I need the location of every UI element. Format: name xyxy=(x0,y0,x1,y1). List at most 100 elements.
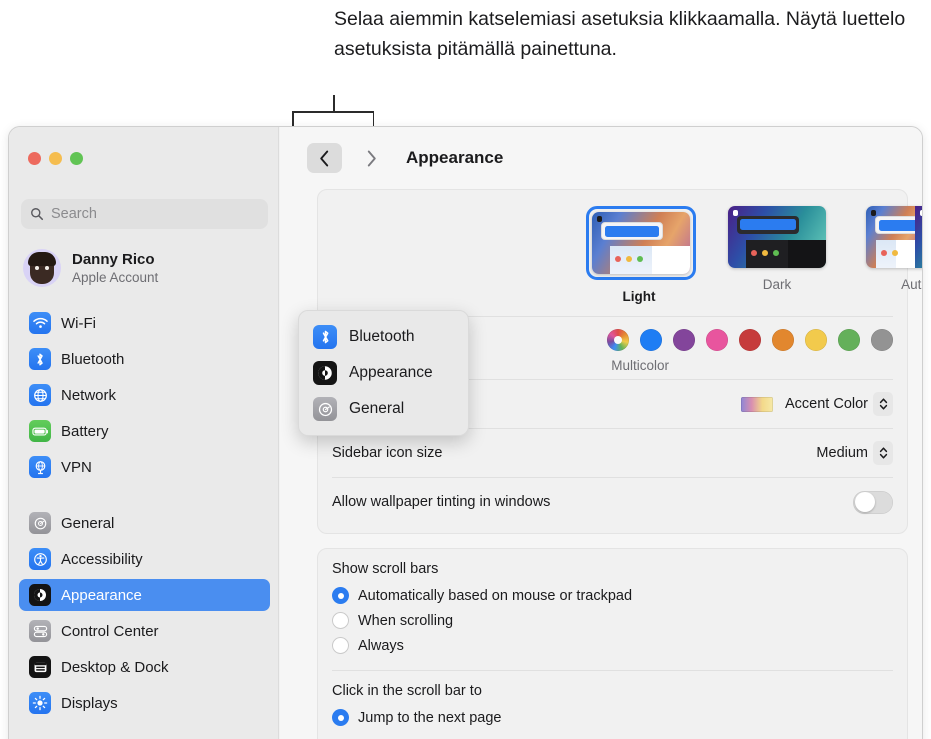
gear-icon xyxy=(29,512,51,534)
highlight-color-value: Accent Color xyxy=(784,396,868,412)
radio-when-scrolling[interactable]: When scrolling xyxy=(318,608,907,633)
sidebar-item-battery[interactable]: Battery xyxy=(19,415,270,447)
radio-jump-next-page[interactable]: Jump to the next page xyxy=(318,705,907,730)
sidebar-icon-size-label: Sidebar icon size xyxy=(332,445,443,461)
sidebar-item-accessibility[interactable]: Accessibility xyxy=(19,543,270,575)
appearance-icon xyxy=(29,584,51,606)
page-title: Appearance xyxy=(406,148,504,167)
radio-button[interactable] xyxy=(332,709,349,726)
accent-swatches xyxy=(607,329,893,351)
sidebar-item-label: Battery xyxy=(61,422,109,440)
sidebar-item-label: VPN xyxy=(61,458,92,476)
menu-item-appearance[interactable]: Appearance xyxy=(299,355,468,391)
gear-icon xyxy=(313,397,337,421)
bluetooth-icon xyxy=(29,348,51,370)
traffic-lights xyxy=(28,152,83,165)
network-icon xyxy=(29,384,51,406)
radio-label: Automatically based on mouse or trackpad xyxy=(358,587,633,604)
menu-item-general[interactable]: General xyxy=(299,391,468,427)
back-button[interactable] xyxy=(307,143,342,173)
show-scroll-bars-title: Show scroll bars xyxy=(332,561,439,577)
menu-item-bluetooth[interactable]: Bluetooth xyxy=(299,319,468,355)
displays-icon xyxy=(29,692,51,714)
sidebar-item-displays[interactable]: Displays xyxy=(19,687,270,719)
sidebar: Search Danny Rico Apple Account Wi-Fi Bl… xyxy=(9,127,279,739)
menu-item-label: General xyxy=(349,400,405,417)
search-icon xyxy=(31,208,44,221)
bluetooth-icon xyxy=(313,325,337,349)
avatar xyxy=(23,249,61,287)
chevron-right-icon xyxy=(367,150,376,166)
accent-swatch-pink[interactable] xyxy=(706,329,728,351)
history-dropdown-menu[interactable]: Bluetooth Appearance General xyxy=(298,310,469,436)
sidebar-item-vpn[interactable]: VPN xyxy=(19,451,270,483)
sidebar-item-label: General xyxy=(61,514,115,532)
accent-swatch-blue[interactable] xyxy=(640,329,662,351)
sidebar-group-system: General Accessibility Appearance Control… xyxy=(19,507,270,723)
annotation-text: Selaa aiemmin katselemiasi asetuksia kli… xyxy=(334,8,906,60)
sidebar-item-label: Accessibility xyxy=(61,550,143,568)
theme-selector: Light Dark Aut xyxy=(586,206,922,304)
sidebar-icon-size-popup[interactable]: Medium xyxy=(816,441,893,465)
sidebar-icon-size-value: Medium xyxy=(816,445,868,461)
theme-option-auto[interactable]: Auto xyxy=(862,206,922,304)
sidebar-item-network[interactable]: Network xyxy=(19,379,270,411)
accent-swatch-multicolor[interactable] xyxy=(607,329,629,351)
sidebar-item-desktop-dock[interactable]: Desktop & Dock xyxy=(19,651,270,683)
close-button[interactable] xyxy=(28,152,41,165)
accent-swatch-green[interactable] xyxy=(838,329,860,351)
callout-bracket xyxy=(292,95,374,127)
accent-swatch-red[interactable] xyxy=(739,329,761,351)
sidebar-item-wifi[interactable]: Wi-Fi xyxy=(19,307,270,339)
account-name: Danny Rico xyxy=(72,250,155,268)
sidebar-item-control-center[interactable]: Control Center xyxy=(19,615,270,647)
theme-label: Dark xyxy=(762,277,792,292)
accent-swatch-graphite[interactable] xyxy=(871,329,893,351)
theme-thumbnail-light xyxy=(592,212,690,274)
sidebar-item-label: Bluetooth xyxy=(61,350,125,368)
account-row[interactable]: Danny Rico Apple Account xyxy=(23,245,267,291)
radio-automatically[interactable]: Automatically based on mouse or trackpad xyxy=(318,583,907,608)
toolbar: Appearance xyxy=(280,127,922,187)
system-settings-window: Search Danny Rico Apple Account Wi-Fi Bl… xyxy=(8,126,923,739)
search-placeholder: Search xyxy=(51,206,97,222)
radio-button[interactable] xyxy=(332,587,349,604)
highlight-color-popup[interactable]: Accent Color xyxy=(740,392,893,416)
search-field[interactable]: Search xyxy=(21,199,268,229)
radio-label: When scrolling xyxy=(358,612,454,629)
chevron-left-icon xyxy=(320,150,329,166)
menu-item-label: Appearance xyxy=(349,364,433,381)
radio-always[interactable]: Always xyxy=(318,633,907,658)
appearance-icon xyxy=(313,361,337,385)
sidebar-group-network: Wi-Fi Bluetooth Network Battery VPN xyxy=(19,307,270,487)
scrollbars-card: Show scroll bars Automatically based on … xyxy=(317,548,908,739)
chevron-updown-icon xyxy=(873,392,893,416)
chevron-updown-icon xyxy=(873,441,893,465)
sidebar-item-bluetooth[interactable]: Bluetooth xyxy=(19,343,270,375)
forward-button[interactable] xyxy=(354,143,389,173)
radio-label: Always xyxy=(358,637,404,654)
radio-button[interactable] xyxy=(332,637,349,654)
sidebar-icon-size-row: Sidebar icon size Medium xyxy=(318,429,907,477)
accent-swatch-orange[interactable] xyxy=(772,329,794,351)
wallpaper-tinting-toggle[interactable] xyxy=(853,490,893,514)
zoom-button[interactable] xyxy=(70,152,83,165)
wifi-icon xyxy=(29,312,51,334)
accent-selected-label: Multicolor xyxy=(611,358,669,373)
vpn-icon xyxy=(29,456,51,478)
sidebar-item-general[interactable]: General xyxy=(19,507,270,539)
desktop-dock-icon xyxy=(29,656,51,678)
sidebar-item-label: Displays xyxy=(61,694,118,712)
theme-option-light[interactable]: Light xyxy=(586,206,696,304)
menu-item-label: Bluetooth xyxy=(349,328,415,345)
accent-swatch-purple[interactable] xyxy=(673,329,695,351)
theme-label: Light xyxy=(622,289,656,304)
accent-swatch-yellow[interactable] xyxy=(805,329,827,351)
sidebar-item-label: Appearance xyxy=(61,586,142,604)
radio-button[interactable] xyxy=(332,612,349,629)
sidebar-item-appearance[interactable]: Appearance xyxy=(19,579,270,611)
highlight-color-swatch xyxy=(740,396,773,412)
theme-option-dark[interactable]: Dark xyxy=(724,206,830,304)
sidebar-item-label: Control Center xyxy=(61,622,159,640)
minimize-button[interactable] xyxy=(49,152,62,165)
